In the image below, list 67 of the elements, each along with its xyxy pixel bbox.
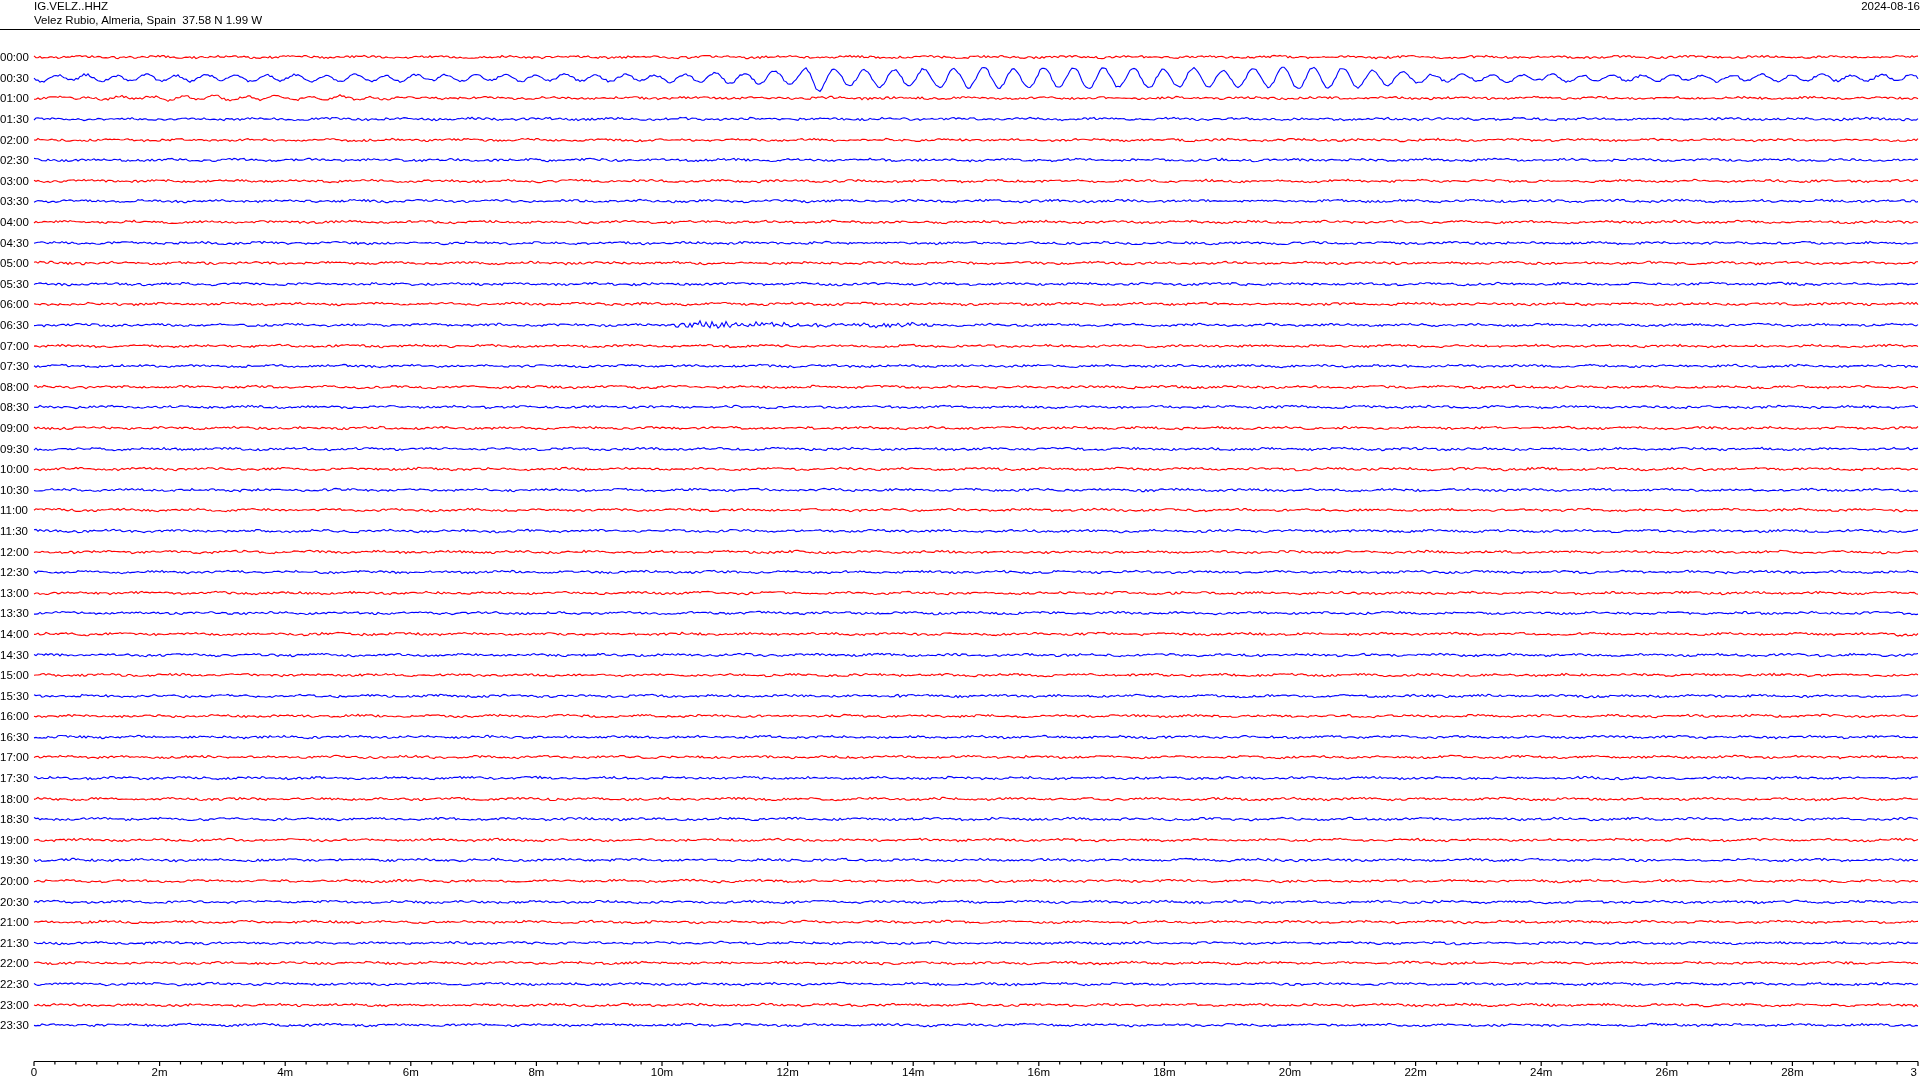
- axis-tick-label: 22m: [1404, 1065, 1427, 1078]
- time-label: 06:30: [0, 319, 30, 331]
- time-label: 21:00: [0, 916, 30, 929]
- time-label: 05:00: [0, 257, 30, 270]
- axis-tick-label: 0: [30, 1065, 38, 1078]
- time-label: 13:30: [0, 607, 30, 620]
- axis-tick-label: 3: [1910, 1065, 1917, 1078]
- time-label: 04:30: [0, 236, 30, 249]
- time-label: 16:00: [0, 710, 30, 723]
- axis-tick-label: 12m: [776, 1065, 799, 1078]
- axis-tick-label: 4m: [277, 1065, 294, 1078]
- time-label: 03:00: [0, 174, 30, 187]
- time-label: 08:30: [0, 401, 30, 414]
- date-label: 2024-08-16: [1861, 0, 1920, 13]
- time-label: 07:30: [0, 360, 30, 373]
- time-label: 17:00: [0, 751, 30, 764]
- time-label: 23:00: [0, 998, 30, 1011]
- time-label: 01:00: [0, 92, 30, 105]
- time-label: 02:00: [0, 133, 30, 146]
- time-label: 17:30: [0, 772, 30, 785]
- time-label: 09:00: [0, 422, 30, 434]
- axis-tick-label: 28m: [1781, 1065, 1804, 1078]
- time-label: 18:30: [0, 813, 30, 826]
- station-code: IG.VELZ..HHZ: [34, 0, 110, 13]
- time-label: 12:00: [0, 545, 30, 558]
- axis-tick-label: 20m: [1278, 1065, 1302, 1078]
- axis-tick-label: 18m: [1153, 1065, 1176, 1078]
- time-label: 00:00: [0, 51, 30, 64]
- time-label: 11:00: [0, 504, 29, 517]
- time-label: 11:30: [0, 524, 29, 537]
- time-label: 04:00: [0, 216, 30, 229]
- time-label: 09:30: [0, 442, 30, 455]
- time-label: 13:00: [0, 586, 30, 599]
- time-label: 12:30: [0, 566, 30, 579]
- time-label: 20:00: [0, 875, 30, 888]
- axis-tick-label: 16m: [1027, 1065, 1050, 1078]
- axis-tick-label: 14m: [902, 1065, 925, 1078]
- time-label: 19:00: [0, 833, 30, 846]
- time-label: 08:00: [0, 380, 30, 393]
- axis-tick-label: 2m: [151, 1065, 168, 1078]
- time-label: 10:00: [0, 463, 30, 476]
- time-label: 22:30: [0, 978, 30, 990]
- time-label: 16:30: [0, 730, 30, 743]
- time-label: 10:30: [0, 483, 30, 496]
- time-label: 03:30: [0, 195, 30, 208]
- axis-tick-label: 8m: [528, 1065, 545, 1078]
- axis-tick-label: 26m: [1655, 1065, 1678, 1078]
- time-label: 19:30: [0, 854, 30, 867]
- time-label: 14:00: [0, 627, 30, 640]
- time-label: 01:30: [0, 113, 30, 126]
- time-label: 07:00: [0, 339, 30, 352]
- time-label: 14:30: [0, 648, 30, 661]
- time-label: 15:30: [0, 689, 30, 702]
- time-label: 20:30: [0, 895, 30, 908]
- time-label: 21:30: [0, 936, 30, 949]
- time-label: 22:00: [0, 957, 30, 970]
- time-label: 15:00: [0, 669, 30, 682]
- station-location: Velez Rubio, Almeria, Spain 37.58 N 1.99 W: [34, 14, 263, 27]
- time-label: 06:00: [0, 298, 30, 311]
- time-label: 02:30: [0, 154, 30, 167]
- axis-tick-label: 6m: [402, 1065, 419, 1078]
- time-label: 05:30: [0, 277, 30, 290]
- axis-tick-label: 24m: [1530, 1065, 1553, 1078]
- time-label: 18:00: [0, 792, 30, 805]
- axis-tick-label: 10m: [650, 1065, 674, 1078]
- time-label: 00:30: [0, 71, 30, 84]
- time-label: 23:30: [0, 1019, 30, 1032]
